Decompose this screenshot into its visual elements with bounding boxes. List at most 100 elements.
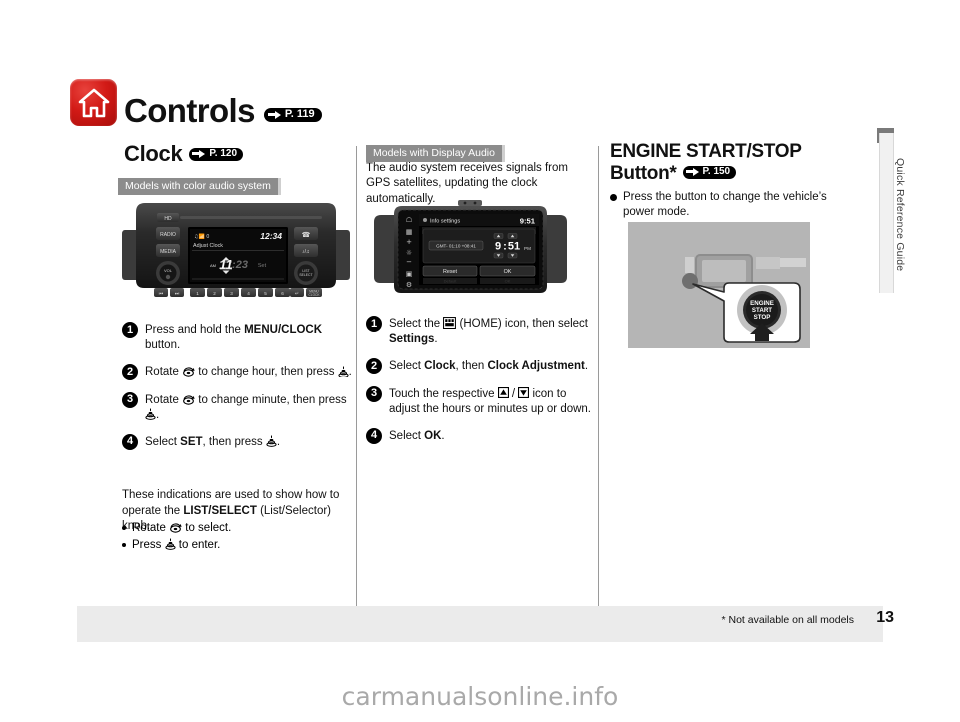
svg-text:−: − — [406, 258, 412, 266]
emphasis-text: MENU/CLOCK — [244, 324, 323, 336]
page-ref-text: P. 120 — [209, 147, 238, 159]
step-number: 4 — [122, 433, 138, 450]
svg-text:+: + — [406, 238, 412, 246]
step-number: 4 — [366, 427, 382, 444]
step-number: 3 — [122, 391, 138, 408]
home-icon[interactable] — [70, 79, 117, 126]
engine-bullet: Press the button to change the vehicle’s… — [610, 190, 835, 221]
svg-text:Reset: Reset — [443, 269, 458, 275]
section-title-text: Clock — [124, 141, 183, 166]
svg-text:OK: OK — [505, 279, 511, 284]
svg-text:↵: ↵ — [295, 291, 299, 297]
page-ref-badge-engine[interactable]: P. 150 — [682, 165, 737, 179]
engine-start-stop-photo: ENGINE START STOP — [628, 222, 810, 348]
svg-text:AM: AM — [210, 263, 216, 268]
svg-text:GMT- 01:10 +08:41: GMT- 01:10 +08:41 — [436, 244, 476, 249]
arrow-right-icon — [267, 110, 281, 119]
svg-text:☎: ☎ — [302, 231, 311, 239]
page-ref-text: P. 150 — [702, 165, 731, 177]
emphasis-text: SET — [180, 435, 203, 448]
svg-text:9:51: 9:51 — [520, 216, 536, 225]
svg-text:PM: PM — [524, 246, 531, 251]
svg-text:12:34: 12:34 — [260, 231, 282, 241]
emphasis-text: OK — [424, 429, 442, 442]
press-knob-icon — [338, 366, 349, 378]
emphasis-text: Clock — [424, 360, 456, 373]
svg-text:STOP: STOP — [754, 314, 771, 321]
svg-text:Default: Default — [444, 279, 458, 284]
step-number: 1 — [122, 322, 138, 338]
page-ref-badge-clock[interactable]: P. 120 — [189, 147, 244, 161]
svg-text:▣: ▣ — [406, 270, 413, 278]
svg-text:ENGINE: ENGINE — [750, 300, 774, 307]
home-grid-icon — [443, 317, 457, 330]
step-item: 3 Touch the respective / icon to adjust t… — [366, 385, 594, 417]
svg-text:CLOCK: CLOCK — [309, 293, 321, 297]
arrow-right-icon — [685, 167, 699, 176]
column-divider-2 — [598, 146, 599, 606]
step-text: Touch the respective / icon to adjust th… — [389, 386, 592, 415]
svg-text:VOL: VOL — [164, 268, 173, 273]
arrow-down-icon — [518, 386, 530, 398]
page-number: 13 — [876, 609, 894, 626]
svg-text:Set: Set — [258, 263, 267, 269]
svg-text:SELECT: SELECT — [299, 273, 312, 277]
emphasis-text: Settings — [389, 333, 435, 346]
page-title: Controls P. 119 — [124, 92, 322, 130]
step-text: Select the (HOME) icon, then select Sett… — [389, 317, 588, 346]
model-banner-color-audio: Models with color audio system — [118, 178, 281, 195]
step-text: Press and hold the MENU/CLOCK button. — [145, 324, 323, 352]
emphasis-text: LIST/SELECT — [183, 504, 257, 517]
svg-text:2: 2 — [213, 291, 216, 296]
svg-text:☼: ☼ — [406, 249, 412, 257]
page-ref-badge-controls[interactable]: P. 119 — [263, 108, 322, 122]
page-ref-text: P. 119 — [284, 108, 315, 120]
engine-title-line2: Button* — [610, 163, 677, 185]
section-title-engine-start-stop: ENGINE START/STOP Button* P. 150 — [610, 141, 850, 186]
display-audio-illustration: ☖ ▦ + ☼ − ▣ ⚙ Info settings 9:51 ClockDi… — [372, 198, 569, 300]
svg-text:⚙: ⚙ — [406, 281, 412, 289]
svg-text:⏭: ⏭ — [175, 291, 180, 297]
watermark: carmanualsonline.info — [341, 682, 619, 711]
svg-text:RADIO: RADIO — [160, 232, 176, 238]
svg-text:Info settings: Info settings — [430, 219, 460, 225]
svg-text:5: 5 — [264, 291, 267, 296]
column-divider-1 — [356, 146, 357, 606]
step-item: 2 Select Clock, then Clock Adjustment. — [366, 358, 594, 375]
left-bullet-list: Rotate to select. Press to enter. — [122, 520, 355, 553]
svg-text:Adjust Clock: Adjust Clock — [193, 243, 223, 249]
step-item: 1 Press and hold the MENU/CLOCK button. — [122, 322, 352, 353]
emphasis-text: Clock Adjustment — [487, 360, 585, 373]
press-knob-icon — [165, 538, 176, 550]
bullet-item: Rotate to select. — [122, 520, 355, 537]
page-title-text: Controls — [124, 92, 255, 129]
svg-text:⏮: ⏮ — [159, 291, 164, 297]
arrow-right-icon — [192, 149, 206, 158]
step-number: 2 — [122, 364, 138, 381]
svg-text:START: START — [752, 307, 772, 314]
svg-text:♪/♫: ♪/♫ — [302, 249, 310, 255]
side-tab-label: Quick Reference Guide — [894, 158, 906, 272]
step-text: Select Clock, then Clock Adjustment. — [389, 360, 589, 373]
svg-text:▦: ▦ — [406, 228, 413, 236]
svg-text:OK: OK — [504, 269, 512, 275]
step-number: 2 — [366, 358, 382, 375]
step-number: 1 — [366, 316, 382, 332]
press-knob-icon — [145, 408, 156, 420]
engine-title-line1: ENGINE START/STOP — [610, 141, 802, 162]
svg-text::23: :23 — [232, 259, 248, 271]
rotate-knob-icon — [169, 521, 182, 533]
svg-text:☖: ☖ — [406, 216, 412, 224]
svg-text:MEDIA: MEDIA — [160, 249, 177, 255]
rotate-knob-icon — [182, 393, 195, 405]
svg-text:51: 51 — [508, 241, 520, 253]
step-item: 2 Rotate to change hour, then press . — [122, 364, 352, 381]
step-item: 4 Select OK. — [366, 427, 594, 444]
model-banner-display-audio: Models with Display Audio — [366, 145, 505, 162]
section-title-clock: Clock P. 120 — [124, 141, 244, 167]
svg-text:1: 1 — [196, 291, 199, 296]
svg-text:4: 4 — [247, 291, 250, 296]
engine-bullet-text: Press the button to change the vehicle’s… — [623, 191, 827, 219]
middle-steps-list: 1 Select the (HOME) icon, then select Set… — [366, 316, 594, 455]
left-steps-list: 1 Press and hold the MENU/CLOCK button. 2 R… — [122, 322, 352, 461]
